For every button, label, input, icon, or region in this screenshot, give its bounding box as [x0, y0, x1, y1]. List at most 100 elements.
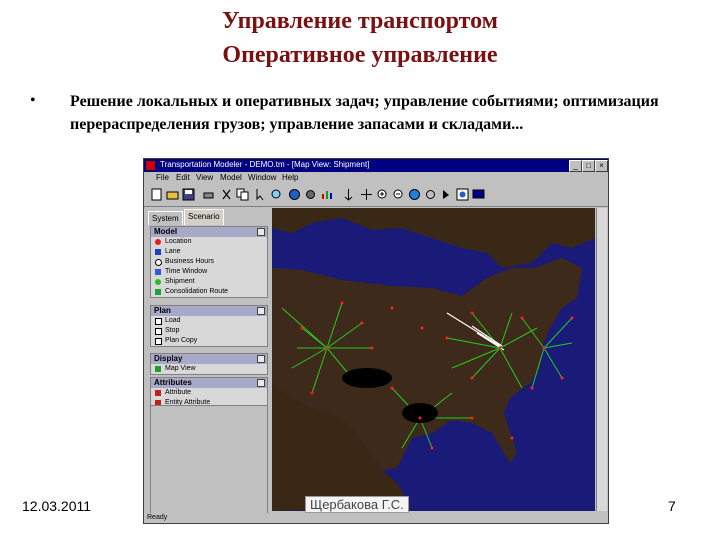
- attribute-icon: [155, 390, 161, 396]
- location-marker: [390, 386, 394, 390]
- location-marker: [310, 391, 314, 395]
- print-icon[interactable]: [202, 188, 215, 201]
- section-header-plan[interactable]: Plan: [151, 306, 267, 316]
- location-marker: [470, 416, 474, 420]
- new-file-icon[interactable]: [150, 188, 163, 201]
- bullet-marker: •: [30, 92, 36, 109]
- collapse-icon[interactable]: [257, 355, 265, 363]
- location-marker: [510, 436, 514, 440]
- map-scrollbar[interactable]: [596, 208, 607, 511]
- location-marker: [470, 311, 474, 315]
- section-plan: Plan Load Stop Plan Copy: [150, 305, 268, 347]
- menu-file[interactable]: File: [156, 173, 169, 182]
- window-titlebar: Transportation Modeler - DEMO.tm - [Map …: [144, 159, 608, 172]
- zoom-icon[interactable]: [270, 188, 283, 201]
- section-model: Model Location Lane Business Hours Time …: [150, 226, 268, 298]
- section-header-model[interactable]: Model: [151, 227, 267, 237]
- menu-bar: File Edit View Model Window Help: [144, 172, 608, 184]
- collapse-icon[interactable]: [257, 379, 265, 387]
- location-marker: [445, 336, 449, 340]
- pointer-icon[interactable]: [254, 188, 267, 201]
- red-dot-icon: [155, 239, 161, 245]
- location-marker: [360, 321, 364, 325]
- menu-view[interactable]: View: [196, 173, 213, 182]
- list-item-consolidation-route[interactable]: Consolidation Route: [151, 287, 267, 297]
- chart-icon[interactable]: [320, 188, 333, 201]
- location-marker: [560, 376, 564, 380]
- list-item-time-window[interactable]: Time Window: [151, 267, 267, 277]
- zoom-in-icon[interactable]: [376, 188, 389, 201]
- bullet-text: Решение локальных и оперативных задач; у…: [70, 93, 659, 133]
- list-item-attribute[interactable]: Attribute: [151, 388, 267, 398]
- tab-scenario[interactable]: Scenario: [184, 209, 224, 225]
- section-header-display[interactable]: Display: [151, 354, 267, 364]
- tab-system[interactable]: System: [148, 211, 183, 225]
- route-cluster: [342, 368, 392, 388]
- arrow-icon[interactable]: [342, 188, 355, 201]
- list-item-shipment[interactable]: Shipment: [151, 277, 267, 287]
- menu-edit[interactable]: Edit: [176, 173, 190, 182]
- minimize-button[interactable]: _: [569, 160, 582, 172]
- select-icon[interactable]: [440, 188, 453, 201]
- slide-subtitle: Оперативное управление: [222, 42, 498, 68]
- gear-icon[interactable]: [304, 188, 317, 201]
- list-item-stop[interactable]: Stop: [151, 326, 267, 336]
- location-marker: [542, 346, 546, 350]
- status-bar: Ready: [144, 513, 608, 523]
- toolbar: [144, 184, 608, 207]
- map-view[interactable]: [272, 208, 595, 511]
- panel-empty-area: [150, 405, 268, 519]
- list-item-load[interactable]: Load: [151, 316, 267, 326]
- location-marker: [390, 306, 394, 310]
- copy-icon[interactable]: [236, 188, 249, 201]
- location-marker: [325, 346, 329, 350]
- clock-icon: [155, 259, 162, 266]
- stop-icon: [155, 328, 162, 335]
- list-item-map-view[interactable]: Map View: [151, 364, 267, 374]
- route-cluster: [402, 403, 438, 423]
- monitor-icon[interactable]: [472, 188, 485, 201]
- app-icon: [146, 161, 155, 170]
- section-display: Display Map View: [150, 353, 268, 375]
- location-marker: [430, 446, 434, 450]
- zoom-out-icon[interactable]: [392, 188, 405, 201]
- footer-date: 12.03.2011: [22, 498, 92, 514]
- location-marker: [420, 326, 424, 330]
- status-text: Ready: [147, 514, 168, 521]
- list-item-location[interactable]: Location: [151, 237, 267, 247]
- app-window: Transportation Modeler - DEMO.tm - [Map …: [143, 158, 609, 524]
- location-marker: [300, 326, 304, 330]
- cut-icon[interactable]: [220, 188, 233, 201]
- load-icon: [155, 318, 162, 325]
- pan-icon[interactable]: [408, 188, 421, 201]
- copy-icon: [155, 338, 162, 345]
- open-folder-icon[interactable]: [166, 188, 179, 201]
- location-marker: [370, 346, 374, 350]
- menu-help[interactable]: Help: [282, 173, 298, 182]
- map-icon: [155, 366, 161, 372]
- maximize-button[interactable]: □: [582, 160, 595, 172]
- move-icon[interactable]: [360, 188, 373, 201]
- globe-icon[interactable]: [288, 188, 301, 201]
- page-number: 7: [668, 498, 676, 514]
- location-marker: [340, 301, 344, 305]
- menu-model[interactable]: Model: [220, 173, 242, 182]
- collapse-icon[interactable]: [257, 228, 265, 236]
- slide-title: Управление транспортом: [221, 8, 499, 34]
- list-item-lane[interactable]: Lane: [151, 247, 267, 257]
- map-layer-icon[interactable]: [456, 188, 469, 201]
- close-button[interactable]: ×: [595, 160, 608, 172]
- green-dot-icon: [155, 279, 161, 285]
- scenario-panel: System Scenario Model Location Lane Busi…: [148, 209, 268, 519]
- collapse-icon[interactable]: [257, 307, 265, 315]
- location-marker: [418, 416, 422, 420]
- refresh-icon[interactable]: [424, 188, 437, 201]
- list-item-plan-copy[interactable]: Plan Copy: [151, 336, 267, 346]
- location-marker: [470, 376, 474, 380]
- save-icon[interactable]: [182, 188, 195, 201]
- shipment-map[interactable]: [272, 208, 595, 511]
- menu-window[interactable]: Window: [248, 173, 276, 182]
- list-item-business-hours[interactable]: Business Hours: [151, 257, 267, 267]
- section-header-attributes[interactable]: Attributes: [151, 378, 267, 388]
- location-marker: [570, 316, 574, 320]
